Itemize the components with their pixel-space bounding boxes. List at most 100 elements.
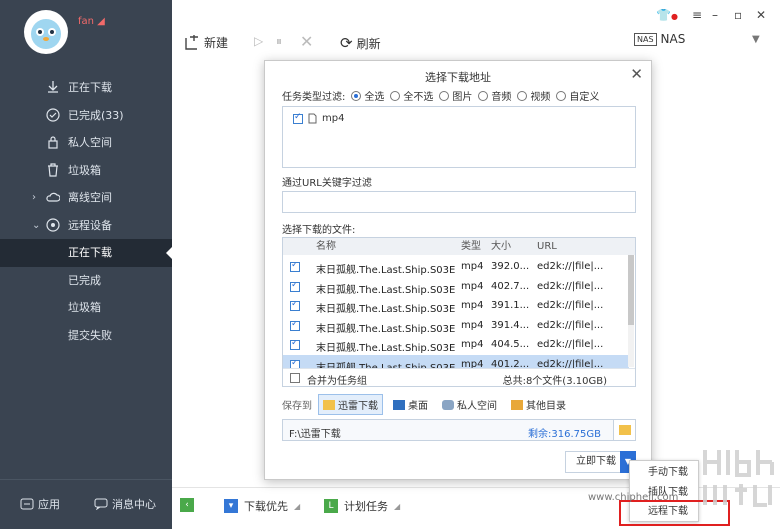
sidebar: fan ◢ 正在下载 已完成(33) 私人空间 垃圾箱 › 离线空间 ⌄ 远程设… [0, 0, 172, 529]
location-private-space[interactable]: 私人空间 [438, 395, 501, 414]
checkbox[interactable] [290, 301, 300, 312]
lock-icon [48, 136, 58, 149]
apps-icon [20, 498, 34, 510]
sidebar-nav: 正在下载 已完成(33) 私人空间 垃圾箱 › 离线空间 ⌄ 远程设备 正在下载 [0, 74, 172, 349]
folder-icon [511, 399, 523, 410]
start-button[interactable]: ▷ [254, 34, 263, 48]
radio-custom[interactable]: 自定义 [556, 88, 599, 103]
merge-row: 合并为任务组 总共:8个文件(3.10GB) [283, 368, 635, 387]
checkbox[interactable] [290, 340, 300, 351]
pause-icon: ⏸ [276, 34, 283, 48]
radio-select-all[interactable]: 全选 [351, 88, 384, 103]
sidebar-item-offline[interactable]: › 离线空间 [0, 184, 172, 212]
watermark-logo [703, 450, 774, 507]
collapse-icon: ‹ [180, 498, 194, 512]
sidebar-subitem-trash[interactable]: 垃圾箱 [0, 294, 172, 322]
location-desktop[interactable]: 桌面 [389, 395, 432, 414]
refresh-icon: ⟳ [340, 34, 353, 52]
close-icon[interactable]: ✕ [756, 8, 766, 22]
url-filter-input[interactable] [282, 191, 636, 213]
location-thunder-downloads[interactable]: 迅雷下载 [318, 394, 383, 415]
save-path-field[interactable]: F:\迅雷下载 剩余:316.75GB [282, 419, 636, 441]
cloud-icon [46, 192, 60, 202]
sidebar-item-private[interactable]: 私人空间 [0, 129, 172, 157]
nas-button[interactable]: NAS NAS [634, 32, 685, 46]
watermark-url: www.chiphell.com [588, 492, 679, 503]
trash-icon [48, 162, 58, 177]
message-center-button[interactable]: 消息中心 [94, 496, 156, 512]
type-filter-row: 任务类型过滤: 全选 全不选 图片 音频 视频 自定义 [282, 88, 599, 103]
radio-audio[interactable]: 音频 [478, 88, 511, 103]
delete-button[interactable]: ✕ [300, 32, 313, 51]
table-row[interactable]: 末日孤舰.The.Last.Ship.S03E0... mp4 392.0...… [283, 257, 629, 277]
maximize-icon[interactable]: ▫ [734, 8, 742, 22]
play-icon: ▷ [254, 34, 264, 48]
chevron-down-icon: ◢ [394, 501, 401, 511]
nas-icon: NAS [634, 32, 657, 46]
type-list: mp4 [282, 106, 636, 168]
sidebar-item-completed[interactable]: 已完成(33) [0, 102, 172, 130]
sidebar-subitem-completed[interactable]: 已完成 [0, 267, 172, 295]
file-icon [308, 113, 317, 124]
toolbar-dropdown-icon[interactable]: ▼ [752, 34, 760, 45]
table-row[interactable]: 末日孤舰.The.Last.Ship.S03E0... mp4 404.5...… [283, 335, 629, 355]
free-space: 剩余:316.75GB [528, 429, 601, 440]
close-icon[interactable]: ✕ [630, 65, 643, 83]
scheduled-task-button[interactable]: L 计划任务 ◢ [324, 498, 400, 514]
apps-button[interactable]: 应用 [20, 496, 60, 512]
folder-icon [323, 399, 335, 410]
chevron-right-icon: › [32, 192, 36, 203]
lock-icon [442, 399, 454, 410]
skin-icon[interactable]: 👕● [656, 8, 678, 22]
dialog-title: 选择下载地址 [425, 71, 491, 84]
message-icon [94, 498, 108, 510]
type-item-mp4[interactable]: mp4 [293, 112, 344, 124]
checkbox[interactable] [293, 112, 303, 124]
sidebar-item-trash[interactable]: 垃圾箱 [0, 157, 172, 185]
radio-select-none[interactable]: 全不选 [390, 88, 433, 103]
sidebar-item-downloading[interactable]: 正在下载 [0, 74, 172, 102]
new-task-button[interactable]: 新建 [184, 34, 228, 51]
desktop-icon [393, 399, 405, 410]
radio-images[interactable]: 图片 [439, 88, 472, 103]
sidebar-subitem-failed[interactable]: 提交失败 [0, 322, 172, 350]
remote-device-icon [46, 217, 60, 232]
menu-item-manual-download[interactable]: 手动下载 [630, 463, 698, 483]
username[interactable]: fan ◢ [78, 16, 105, 27]
total-files: 总共:8个文件(3.10GB) [502, 376, 607, 387]
table-row[interactable]: 末日孤舰.The.Last.Ship.S03E0... mp4 391.4...… [283, 316, 629, 336]
new-file-icon [185, 34, 198, 50]
scrollbar-thumb[interactable] [628, 255, 634, 325]
browse-folder-button[interactable] [613, 420, 635, 440]
merge-checkbox[interactable] [290, 373, 300, 383]
checkbox[interactable] [290, 281, 300, 292]
avatar[interactable] [24, 10, 68, 54]
minimize-icon[interactable]: – [712, 8, 718, 22]
checkbox[interactable] [290, 320, 300, 331]
sidebar-bottom: 应用 消息中心 [0, 479, 172, 529]
check-circle-icon [46, 107, 60, 122]
checkbox[interactable] [290, 262, 300, 272]
download-icon [48, 81, 58, 93]
download-location-dialog: 选择下载地址 ✕ 任务类型过滤: 全选 全不选 图片 音频 视频 自定义 mp4… [264, 60, 652, 480]
table-row[interactable]: 末日孤舰.The.Last.Ship.S03E0... mp4 402.7...… [283, 277, 629, 297]
sidebar-subitem-downloading[interactable]: 正在下载 [0, 239, 172, 267]
pause-button[interactable]: ⏸ [276, 34, 282, 49]
refresh-button[interactable]: ⟳ 刷新 [340, 34, 381, 52]
download-priority-button[interactable]: ▾ 下载优先 ◢ [224, 498, 300, 514]
sidebar-item-remote[interactable]: ⌄ 远程设备 [0, 212, 172, 240]
priority-icon: ▾ [224, 499, 238, 513]
delete-icon: ✕ [300, 32, 314, 51]
menu-icon[interactable]: ≡ [692, 8, 702, 22]
location-other[interactable]: 其他目录 [507, 395, 570, 414]
toolbar: 👕● ≡ – ▫ ✕ 新建 ▷ ⏸ ✕ ⟳ 刷新 NAS NAS ▼ [172, 0, 780, 62]
schedule-icon: L [324, 499, 338, 513]
file-table: 名称 类型 大小 URL 末日孤舰.The.Last.Ship.S03E0...… [282, 237, 636, 387]
folder-icon [619, 425, 631, 435]
table-row[interactable]: 末日孤舰.The.Last.Ship.S03E0... mp4 391.1...… [283, 296, 629, 316]
radio-video[interactable]: 视频 [517, 88, 550, 103]
table-scrollbar[interactable] [628, 255, 634, 367]
chevron-down-icon: ◢ [294, 501, 301, 511]
url-filter-label: 通过URL关键字过滤 [282, 178, 372, 189]
collapse-button[interactable]: ‹ [180, 498, 194, 512]
